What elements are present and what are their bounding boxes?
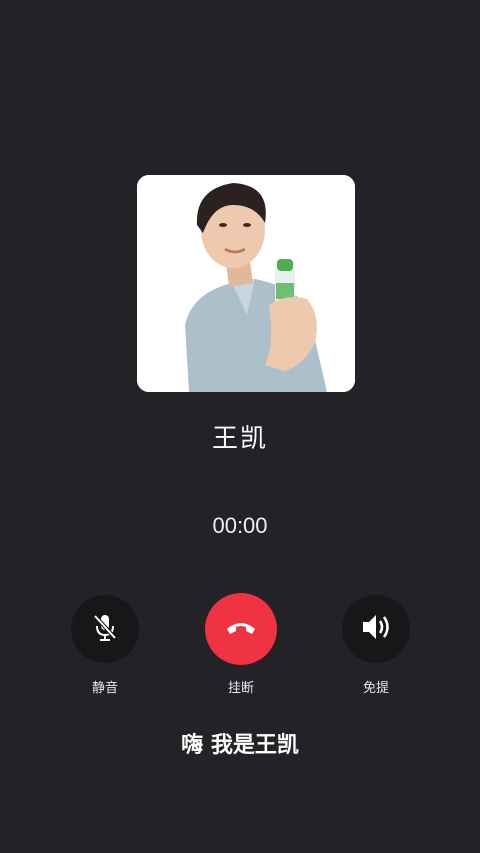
microphone-muted-icon bbox=[88, 610, 122, 648]
mute-button[interactable] bbox=[71, 595, 139, 663]
phone-hangup-icon bbox=[223, 609, 259, 649]
speaker-label: 免提 bbox=[362, 681, 389, 696]
caller-name: 王凯 bbox=[211, 424, 268, 454]
caller-avatar bbox=[137, 175, 355, 392]
speaker-button[interactable] bbox=[342, 595, 410, 663]
hangup-label: 挂断 bbox=[227, 681, 254, 696]
speaker-icon bbox=[358, 609, 394, 649]
subtitle-caption: 嗨 我是王凯 bbox=[181, 732, 299, 758]
caller-portrait-image bbox=[137, 175, 355, 392]
mute-label: 静音 bbox=[91, 681, 118, 696]
call-timer: 00:00 bbox=[212, 513, 268, 538]
hangup-button[interactable] bbox=[205, 593, 277, 665]
